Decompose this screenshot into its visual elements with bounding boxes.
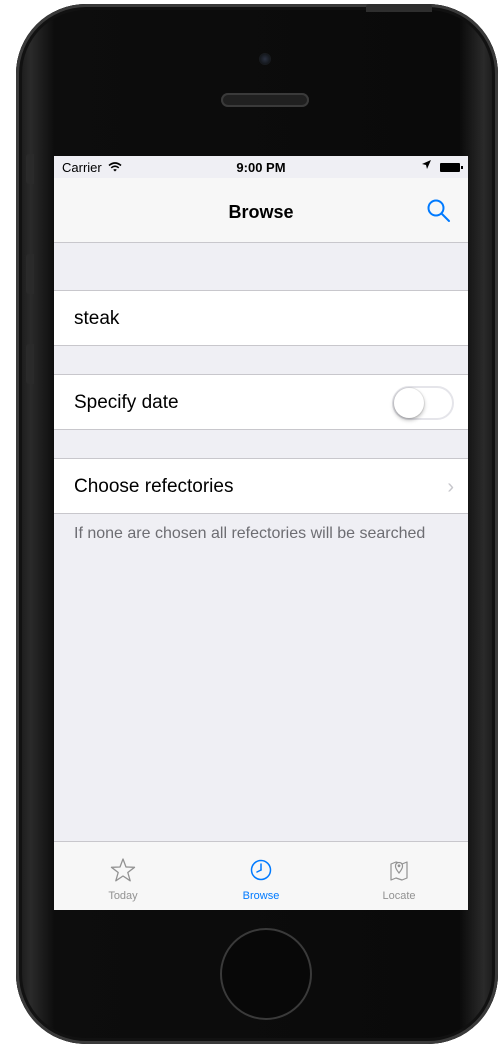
search-field-row[interactable]: steak [54, 290, 468, 346]
specify-date-toggle[interactable] [392, 386, 454, 420]
clock-icon [245, 854, 277, 886]
mute-switch [26, 154, 34, 184]
tab-bar: Today Browse Locate [54, 841, 468, 910]
refectories-hint: If none are chosen all refectories will … [74, 525, 426, 542]
specify-date-row: Specify date [54, 374, 468, 430]
star-icon [107, 854, 139, 886]
tab-locate-label: Locate [382, 890, 416, 902]
search-field-value[interactable]: steak [74, 308, 119, 330]
map-pin-icon [383, 854, 415, 886]
location-arrow-icon [421, 159, 432, 173]
app-screen: Carrier 9:00 PM Browse steak Specify dat… [54, 156, 468, 910]
status-bar: Carrier 9:00 PM [54, 156, 468, 178]
tab-today-label: Today [108, 890, 138, 902]
tab-browse[interactable]: Browse [192, 842, 330, 910]
power-button [366, 4, 432, 12]
battery-icon [440, 163, 463, 172]
status-time: 9:00 PM [236, 160, 286, 175]
tab-browse-label: Browse [242, 890, 280, 902]
front-camera [259, 53, 271, 65]
tab-today[interactable]: Today [54, 842, 192, 910]
choose-refectories-label: Choose refectories [74, 476, 234, 497]
choose-refectories-row[interactable]: Choose refectories › [54, 458, 468, 514]
home-button[interactable] [220, 928, 312, 1020]
volume-up-button [26, 254, 34, 294]
chevron-right-icon: › [447, 476, 454, 498]
toggle-knob [394, 388, 424, 418]
navigation-bar: Browse [54, 178, 468, 243]
specify-date-label: Specify date [74, 392, 179, 413]
search-icon[interactable] [426, 198, 452, 224]
volume-down-button [26, 344, 34, 384]
tab-locate[interactable]: Locate [330, 842, 468, 910]
page-title: Browse [228, 202, 294, 222]
earpiece-speaker [221, 93, 309, 107]
